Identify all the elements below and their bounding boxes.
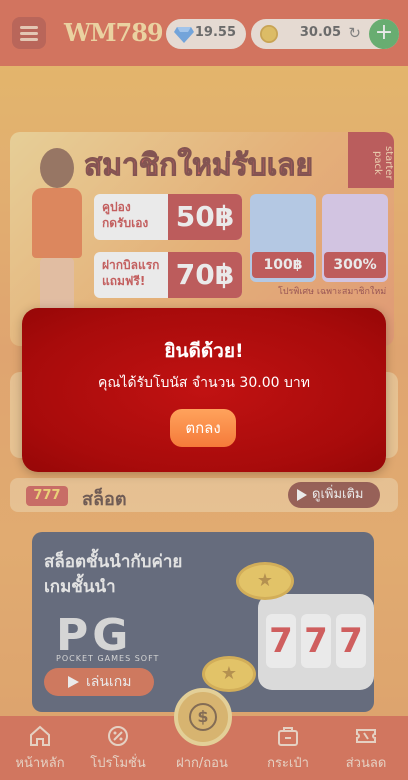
dialog-title: ยินดีด้วย!: [164, 340, 244, 362]
bonus-dialog: ยินดีด้วย! คุณได้รับโบนัส จำนวน 30.00 บา…: [22, 308, 386, 472]
app-screen: WM789 19.55 30.05 ↻ + สมาชิกใหม่รับเลย s…: [0, 0, 408, 780]
dialog-message: คุณได้รับโบนัส จำนวน 30.00 บาท: [98, 375, 310, 391]
ok-button[interactable]: ตกลง: [170, 409, 236, 447]
